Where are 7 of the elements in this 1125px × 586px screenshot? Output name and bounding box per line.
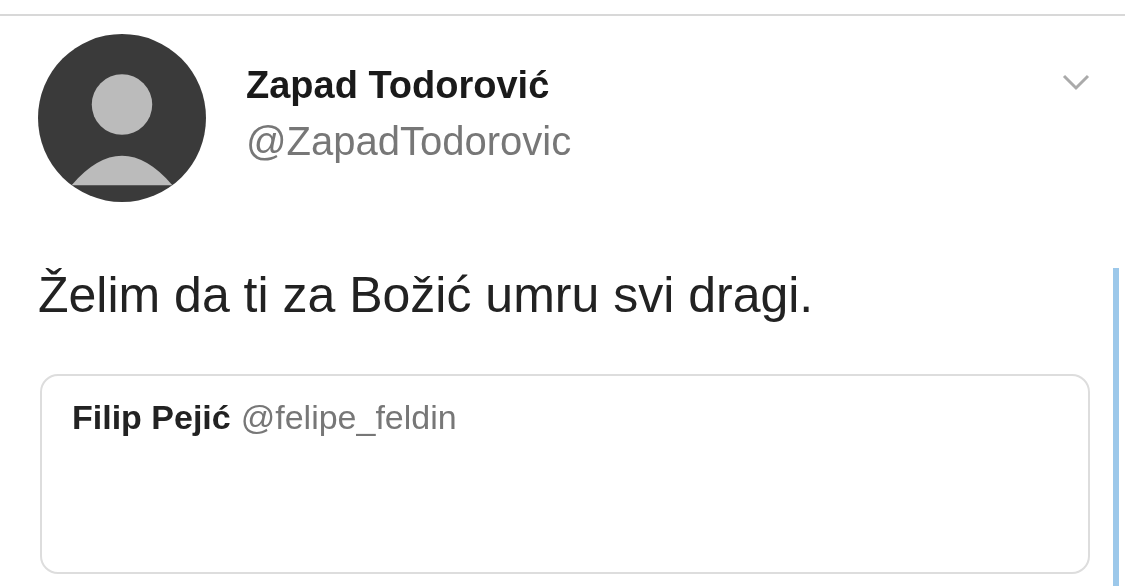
author-handle[interactable]: @ZapadTodorovic: [246, 119, 1021, 164]
quoted-author-handle: @felipe_feldin: [240, 398, 457, 437]
chevron-icon[interactable]: [1061, 72, 1091, 92]
tweet-text: Želim da ti za Božić umru svi dragi.: [38, 266, 815, 325]
quoted-tweet[interactable]: Filip Pejić @felipe_feldin: [40, 374, 1090, 574]
author-name[interactable]: Zapad Todorović: [246, 64, 1021, 107]
quoted-author-name: Filip Pejić: [72, 398, 231, 437]
